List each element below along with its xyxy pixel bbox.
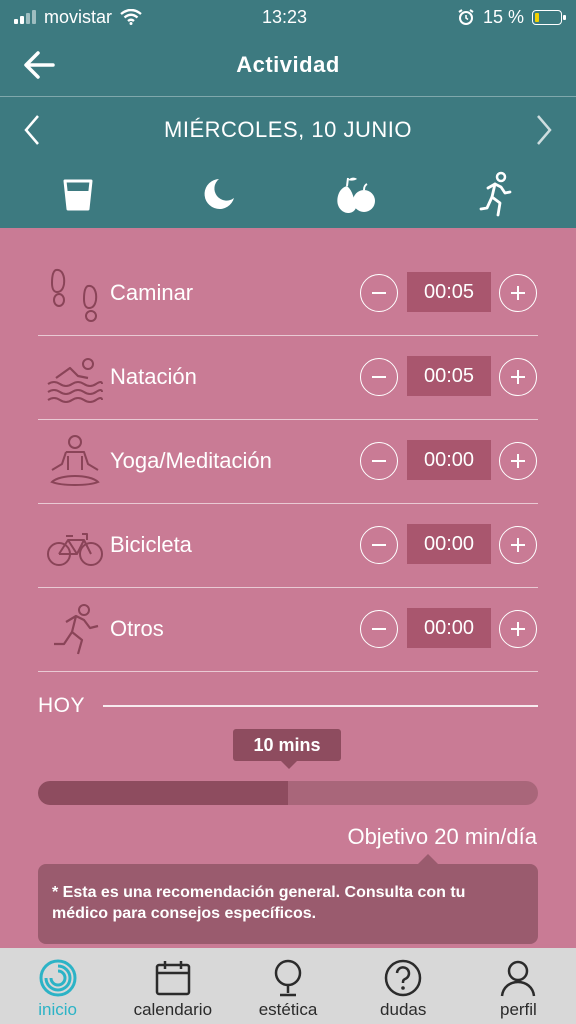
today-section-header: HOY: [38, 692, 538, 720]
minus-icon: [372, 628, 386, 630]
page-title: Actividad: [236, 52, 340, 77]
previous-day-button[interactable]: [20, 113, 44, 147]
tab-nutrition[interactable]: [308, 162, 404, 228]
progress-fill: [38, 781, 288, 805]
nav-label: estética: [258, 1000, 318, 1019]
calendar-icon: [155, 961, 191, 996]
signal-icon: [14, 10, 36, 24]
increase-button[interactable]: [499, 358, 537, 396]
activity-label: Bicicleta: [110, 532, 192, 557]
minus-icon: [372, 544, 386, 546]
decrease-button[interactable]: [360, 442, 398, 480]
tab-sleep[interactable]: [170, 162, 266, 228]
activity-row-natacion: Natación 00:05: [38, 336, 538, 420]
minus-icon: [372, 292, 386, 294]
category-tabs: [0, 162, 576, 228]
nav-perfil[interactable]: perfil: [461, 948, 576, 1024]
time-value[interactable]: 00:05: [407, 272, 491, 312]
activity-label: Otros: [110, 616, 164, 641]
activity-row-yoga: Yoga/Meditación 00:00: [38, 420, 538, 504]
user-icon: [501, 960, 536, 997]
question-icon: [384, 959, 422, 997]
increase-button[interactable]: [499, 274, 537, 312]
today-label: HOY: [38, 694, 86, 717]
status-bar: movistar 13:23 15 %: [0, 0, 576, 34]
chevron-left-icon: [24, 115, 39, 145]
minus-icon: [372, 460, 386, 462]
plus-icon: [511, 370, 525, 384]
minus-icon: [372, 376, 386, 378]
nav-label: dudas: [380, 1000, 427, 1019]
water-glass-icon: [63, 179, 93, 211]
nav-label: perfil: [499, 1000, 537, 1019]
increase-button[interactable]: [499, 442, 537, 480]
moon-icon: [204, 179, 234, 209]
plus-icon: [511, 286, 525, 300]
app-header: Actividad: [0, 34, 576, 96]
home-ring-icon: [39, 959, 77, 997]
date-selector: MIÉRCOLES, 10 JUNIO: [0, 96, 576, 162]
chevron-right-icon: [537, 115, 552, 145]
decrease-button[interactable]: [360, 358, 398, 396]
time-value[interactable]: 00:00: [407, 440, 491, 480]
nav-calendario[interactable]: calendario: [115, 948, 230, 1024]
nav-label: inicio: [38, 1000, 77, 1019]
activity-row-bicicleta: Bicicleta 00:00: [38, 504, 538, 588]
plus-icon: [511, 454, 525, 468]
running-icon: [479, 171, 512, 217]
decrease-button[interactable]: [360, 526, 398, 564]
mirror-icon: [274, 959, 302, 997]
swimmer-icon: [47, 358, 103, 403]
activity-row-otros: Otros 00:00: [38, 588, 538, 672]
decrease-button[interactable]: [360, 610, 398, 648]
nav-dudas[interactable]: dudas: [346, 948, 461, 1024]
goal-label: Objetivo 20 min/día: [347, 824, 537, 849]
clock: 13:23: [262, 6, 308, 27]
increase-button[interactable]: [499, 610, 537, 648]
runner-icon: [54, 604, 99, 655]
bottom-navigation: inicio calendario estética dudas perfil: [0, 948, 576, 1024]
activity-row-caminar: Caminar 00:05: [38, 252, 538, 336]
nav-inicio[interactable]: inicio: [0, 948, 115, 1024]
yoga-icon: [50, 435, 100, 486]
decrease-button[interactable]: [360, 274, 398, 312]
bicycle-icon: [47, 533, 103, 566]
activity-label: Caminar: [110, 280, 194, 305]
footprints-icon: [50, 268, 98, 322]
next-day-button[interactable]: [532, 113, 556, 147]
wifi-icon: [120, 9, 142, 25]
activity-label: Yoga/Meditación: [110, 448, 272, 473]
disclaimer-note: * Esta es una recomendación general. Con…: [38, 854, 538, 944]
progress-value-bubble: 10 mins: [233, 729, 341, 769]
carrier-label: movistar: [44, 6, 113, 27]
battery-icon: [532, 9, 566, 25]
tab-hydration[interactable]: [30, 162, 126, 228]
alarm-icon: [458, 9, 474, 25]
time-value[interactable]: 00:00: [407, 608, 491, 648]
progress-bar: [38, 781, 538, 805]
arrow-left-icon: [24, 51, 55, 79]
fruit-icon: [337, 177, 375, 213]
date-label: MIÉRCOLES, 10 JUNIO: [164, 116, 412, 142]
nav-label: calendario: [133, 1000, 213, 1019]
time-value[interactable]: 00:05: [407, 356, 491, 396]
tab-activity[interactable]: [448, 162, 544, 228]
time-value[interactable]: 00:00: [407, 524, 491, 564]
back-button[interactable]: [22, 49, 56, 81]
activity-label: Natación: [110, 364, 197, 389]
nav-estetica[interactable]: estética: [230, 948, 345, 1024]
increase-button[interactable]: [499, 526, 537, 564]
plus-icon: [511, 622, 525, 636]
battery-percent: 15 %: [482, 6, 524, 27]
plus-icon: [511, 538, 525, 552]
divider: [103, 705, 538, 707]
